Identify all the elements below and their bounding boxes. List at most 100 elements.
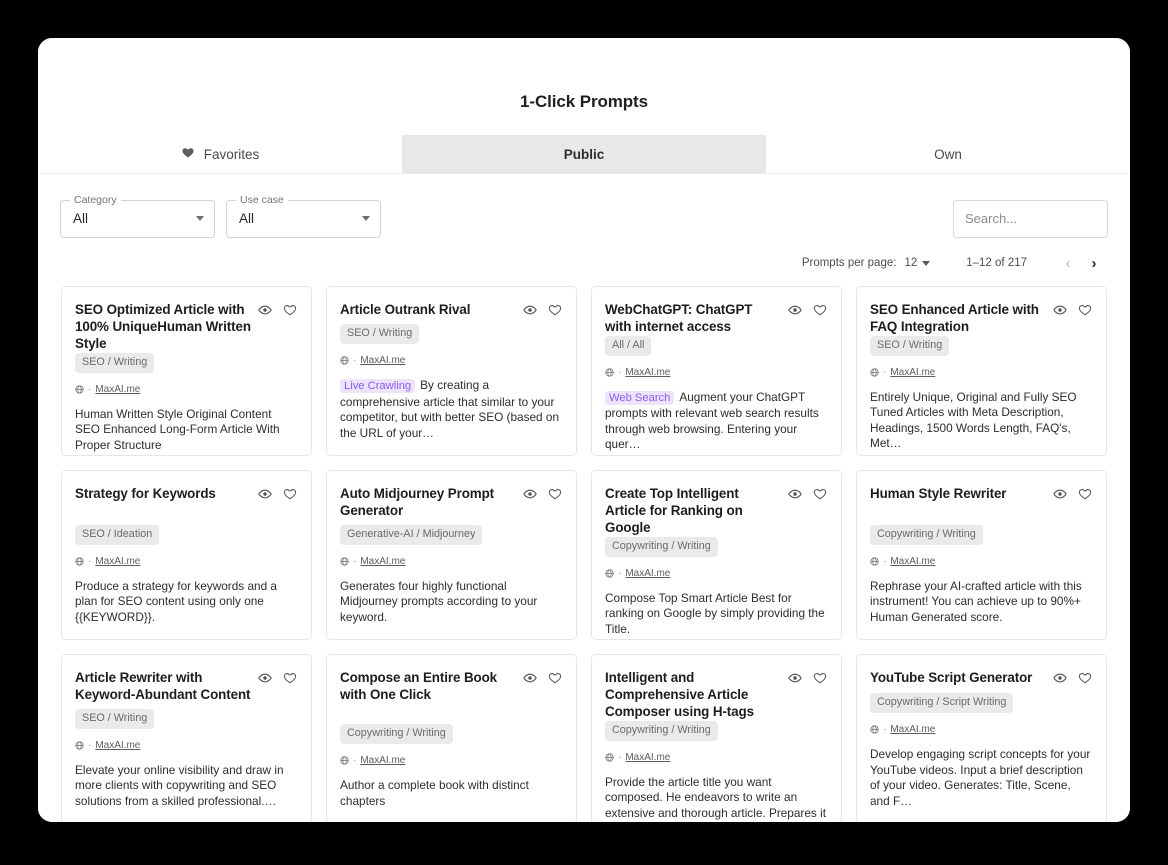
eye-icon[interactable] bbox=[258, 487, 272, 501]
eye-icon[interactable] bbox=[788, 487, 802, 501]
tab-favorites[interactable]: Favorites bbox=[38, 135, 402, 174]
favorite-heart-icon[interactable] bbox=[283, 671, 297, 685]
author-name[interactable]: MaxAI.me bbox=[625, 752, 670, 763]
category-tag: Generative-AI / Midjourney bbox=[340, 524, 483, 545]
prompt-card-description-text: Rephrase your AI-crafted article with th… bbox=[870, 578, 1082, 624]
next-page-button[interactable]: › bbox=[1081, 250, 1107, 276]
prompt-card[interactable]: Create Top Intelligent Article for Ranki… bbox=[591, 470, 842, 640]
category-select[interactable]: Category All bbox=[60, 193, 215, 238]
eye-icon[interactable] bbox=[523, 303, 537, 317]
prompt-card-actions bbox=[258, 485, 297, 501]
separator-dot: · bbox=[618, 752, 622, 763]
prompt-card-meta: SEO / Writing · MaxAI.me Live Crawling By cr… bbox=[340, 323, 562, 441]
prompt-card-header: Human Style Rewriter bbox=[870, 485, 1092, 502]
favorite-heart-icon[interactable] bbox=[1078, 303, 1092, 317]
globe-icon bbox=[340, 356, 349, 365]
author-name[interactable]: MaxAI.me bbox=[625, 568, 670, 579]
tab-public[interactable]: Public bbox=[402, 135, 766, 174]
favorite-heart-icon[interactable] bbox=[813, 303, 827, 317]
favorite-heart-icon[interactable] bbox=[283, 487, 297, 501]
prompt-card-title: Compose an Entire Book with One Click bbox=[340, 670, 498, 702]
author-name[interactable]: MaxAI.me bbox=[95, 556, 140, 567]
prompt-card[interactable]: YouTube Script Generator Copywriting / Sc… bbox=[856, 654, 1107, 822]
prompt-card[interactable]: SEO Enhanced Article with FAQ Integratio… bbox=[856, 286, 1107, 456]
eye-icon[interactable] bbox=[258, 303, 272, 317]
author-name[interactable]: MaxAI.me bbox=[360, 556, 405, 567]
prompt-card-author: · MaxAI.me bbox=[75, 556, 297, 567]
prompt-card-actions bbox=[1053, 301, 1092, 317]
author-name[interactable]: MaxAI.me bbox=[890, 724, 935, 735]
prompt-card-description: Entirely Unique, Original and Fully SEO … bbox=[870, 390, 1092, 452]
prompt-card-title: SEO Enhanced Article with FAQ Integratio… bbox=[870, 302, 1039, 334]
prompt-card[interactable]: WebChatGPT: ChatGPT with internet access… bbox=[591, 286, 842, 456]
filter-bar: Category All Use case All bbox=[38, 174, 1130, 246]
globe-icon bbox=[605, 569, 614, 578]
globe-icon bbox=[870, 725, 879, 734]
eye-icon[interactable] bbox=[258, 671, 272, 685]
eye-icon[interactable] bbox=[523, 671, 537, 685]
favorite-heart-icon[interactable] bbox=[548, 487, 562, 501]
previous-page-button[interactable]: ‹ bbox=[1055, 250, 1081, 276]
globe-icon bbox=[340, 756, 349, 765]
prompt-card-description-text: Develop engaging script concepts for you… bbox=[870, 747, 1091, 808]
prompt-card-meta: All / All · MaxAI.me Web Search Augment your… bbox=[605, 335, 827, 453]
prompt-card-header: Strategy for Keywords bbox=[75, 485, 297, 502]
eye-icon[interactable] bbox=[1053, 303, 1067, 317]
favorite-heart-icon[interactable] bbox=[548, 671, 562, 685]
prompt-card-author: · MaxAI.me bbox=[340, 755, 562, 766]
prompt-card-header: Article Rewriter with Keyword-Abundant C… bbox=[75, 669, 297, 703]
prompt-card[interactable]: Compose an Entire Book with One Click Cop… bbox=[326, 654, 577, 822]
prompt-card[interactable]: Article Outrank Rival SEO / Writing · MaxAI… bbox=[326, 286, 577, 456]
eye-icon[interactable] bbox=[1053, 671, 1067, 685]
prompt-card[interactable]: SEO Optimized Article with 100% UniqueHu… bbox=[61, 286, 312, 456]
author-name[interactable]: MaxAI.me bbox=[360, 755, 405, 766]
prompt-card-description: Live Crawling By creating a comprehensive… bbox=[340, 378, 562, 441]
prompt-card[interactable]: Auto Midjourney Prompt Generator Generati… bbox=[326, 470, 577, 640]
author-name[interactable]: MaxAI.me bbox=[95, 740, 140, 751]
usecase-select[interactable]: Use case All bbox=[226, 193, 381, 238]
prompt-card[interactable]: Intelligent and Comprehensive Article Co… bbox=[591, 654, 842, 822]
prompt-card-description: Provide the article title you want compo… bbox=[605, 775, 827, 822]
favorite-heart-icon[interactable] bbox=[813, 671, 827, 685]
search-box[interactable] bbox=[953, 199, 1130, 238]
eye-icon[interactable] bbox=[788, 671, 802, 685]
prompt-card-actions bbox=[1053, 485, 1092, 501]
prompt-card-actions bbox=[258, 669, 297, 685]
eye-icon[interactable] bbox=[523, 487, 537, 501]
prompt-card-title: Auto Midjourney Prompt Generator bbox=[340, 486, 495, 518]
category-tag: Copywriting / Writing bbox=[605, 537, 718, 557]
prompt-card-header: Compose an Entire Book with One Click bbox=[340, 669, 562, 703]
prompt-card[interactable]: Human Style Rewriter Copywriting / Writin… bbox=[856, 470, 1107, 640]
favorite-heart-icon[interactable] bbox=[548, 303, 562, 317]
author-name[interactable]: MaxAI.me bbox=[95, 384, 140, 395]
prompt-card-title: Article Rewriter with Keyword-Abundant C… bbox=[75, 670, 251, 702]
favorite-heart-icon[interactable] bbox=[1078, 671, 1092, 685]
prompt-card-header: YouTube Script Generator bbox=[870, 669, 1092, 686]
prompt-card-grid: SEO Optimized Article with 100% UniqueHu… bbox=[38, 280, 1130, 822]
prompt-card[interactable]: Strategy for Keywords SEO / Ideation · MaxA… bbox=[61, 470, 312, 640]
prompt-card-description: Generates four highly functional Midjour… bbox=[340, 579, 562, 625]
prompt-card-meta: SEO / Ideation · MaxAI.me Produce a strateg… bbox=[75, 524, 297, 625]
search-input[interactable] bbox=[965, 211, 1130, 226]
prompt-card-meta: Copywriting / Script Writing · MaxAI.me Dev… bbox=[870, 692, 1092, 809]
separator-dot: · bbox=[883, 555, 887, 567]
prompt-card-author: · MaxAI.me bbox=[870, 556, 1092, 567]
favorite-heart-icon[interactable] bbox=[813, 487, 827, 501]
eye-icon[interactable] bbox=[1053, 487, 1067, 501]
author-name[interactable]: MaxAI.me bbox=[890, 367, 935, 378]
favorite-heart-icon[interactable] bbox=[283, 303, 297, 317]
author-name[interactable]: MaxAI.me bbox=[625, 367, 670, 378]
prompt-card-header: Article Outrank Rival bbox=[340, 301, 562, 318]
prompt-card[interactable]: Article Rewriter with Keyword-Abundant C… bbox=[61, 654, 312, 822]
separator-dot: · bbox=[618, 568, 622, 579]
tab-bar: Favorites Public Own bbox=[38, 135, 1130, 174]
app-window: 1-Click Prompts Favorites Public Own Cat… bbox=[38, 38, 1130, 822]
author-name[interactable]: MaxAI.me bbox=[890, 556, 935, 567]
favorite-heart-icon[interactable] bbox=[1078, 487, 1092, 501]
per-page-select[interactable]: 12 bbox=[904, 257, 931, 269]
eye-icon[interactable] bbox=[788, 303, 802, 317]
prompt-card-description: Produce a strategy for keywords and a pl… bbox=[75, 579, 297, 625]
prompt-card-description: Rephrase your AI-crafted article with th… bbox=[870, 579, 1092, 625]
tab-own[interactable]: Own bbox=[766, 135, 1130, 174]
author-name[interactable]: MaxAI.me bbox=[360, 355, 405, 366]
